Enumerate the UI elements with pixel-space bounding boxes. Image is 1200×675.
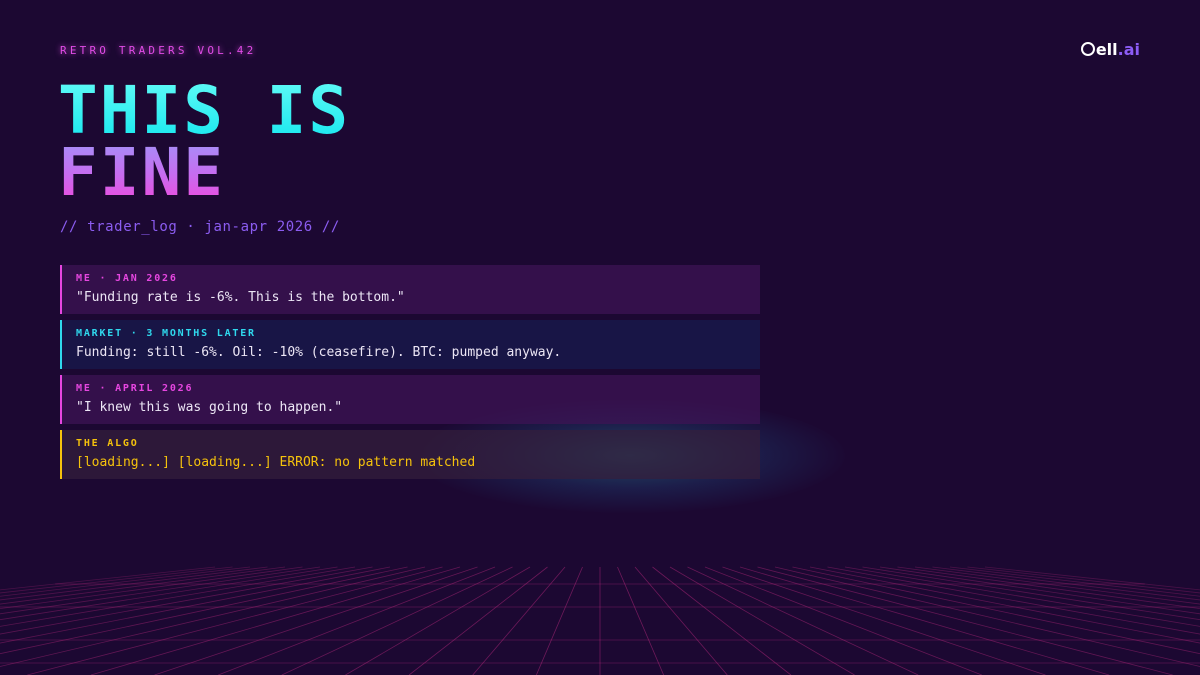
grid-line-vertical bbox=[472, 566, 566, 675]
brand-name: ell bbox=[1095, 40, 1118, 59]
grid-line-vertical bbox=[0, 566, 233, 594]
grid-line-vertical bbox=[535, 566, 583, 675]
title-line-1: THIS IS bbox=[58, 72, 351, 149]
log-entry-me-april: ME · APRIL 2026 "I knew this was going t… bbox=[60, 375, 760, 424]
grid-line-vertical bbox=[949, 566, 1200, 597]
grid-line-vertical bbox=[669, 566, 855, 675]
grid-line-vertical bbox=[0, 566, 268, 601]
grid-line-vertical bbox=[932, 566, 1200, 601]
log-entry-text: Funding: still -6%. Oil: -10% (ceasefire… bbox=[76, 345, 562, 360]
log-entry-market: MARKET · 3 MONTHS LATER Funding: still -… bbox=[60, 320, 760, 369]
issue-kicker: RETRO TRADERS VOL.42 bbox=[60, 44, 257, 57]
grid-line-vertical bbox=[634, 566, 728, 675]
brand-tld: .ai bbox=[1117, 40, 1140, 59]
grid-line-vertical bbox=[914, 566, 1200, 605]
log-entry-label: THE ALGO bbox=[76, 438, 139, 449]
grid-line-vertical bbox=[345, 566, 531, 675]
grid-line-vertical bbox=[844, 566, 1200, 627]
grid-line-vertical bbox=[0, 566, 356, 627]
retro-grid-floor bbox=[0, 566, 1200, 675]
grid-line-vertical bbox=[862, 566, 1200, 621]
log-entry-label: MARKET · 3 MONTHS LATER bbox=[76, 328, 256, 339]
brand-logo-icon bbox=[1080, 42, 1095, 56]
grid-line-vertical bbox=[90, 566, 461, 675]
log-entry-label: ME · APRIL 2026 bbox=[76, 383, 194, 394]
log-entry-text: [loading...] [loading...] ERROR: no patt… bbox=[76, 455, 476, 470]
grid-line-vertical bbox=[0, 566, 251, 597]
trader-log: ME · JAN 2026 "Funding rate is -6%. This… bbox=[60, 265, 760, 485]
grid-line-vertical bbox=[617, 566, 665, 675]
grid-line-vertical bbox=[0, 566, 286, 605]
log-entry-algo: THE ALGO [loading...] [loading...] ERROR… bbox=[60, 430, 760, 479]
title-line-2: FINE bbox=[58, 140, 350, 206]
log-entry-label: ME · JAN 2026 bbox=[76, 273, 178, 284]
log-entry-text: "I knew this was going to happen." bbox=[76, 400, 343, 415]
grid-line-vertical bbox=[739, 566, 1110, 675]
log-entry-me-jan: ME · JAN 2026 "Funding rate is -6%. This… bbox=[60, 265, 760, 314]
log-entry-text: "Funding rate is -6%. This is the bottom… bbox=[76, 290, 405, 305]
page-title: THIS IS FINE bbox=[58, 72, 351, 206]
brand-logo: ell.ai bbox=[1080, 40, 1140, 59]
page-subtitle: // trader_log · jan-apr 2026 // bbox=[60, 219, 340, 235]
grid-line-vertical bbox=[0, 566, 338, 621]
grid-line-vertical bbox=[967, 566, 1200, 594]
